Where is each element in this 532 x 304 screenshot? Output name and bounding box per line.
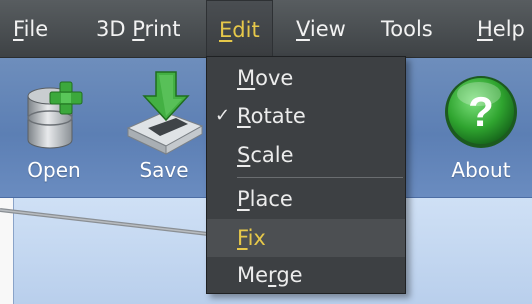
open-label: Open [27,158,81,182]
open-database-icon [27,81,83,149]
menu-edit[interactable]: Edit [206,0,273,58]
save-drive-icon [126,71,204,155]
checkmark-icon: ✓ [215,105,231,126]
menu-item-move[interactable]: Move [207,59,405,97]
menu-3d-print[interactable]: 3D Print [96,0,181,58]
edit-menu-dropdown: Move ✓ Rotate Scale Place Fix Merge [206,56,406,294]
menu-tools[interactable]: Tools [381,0,433,58]
menu-file[interactable]: File [13,0,48,58]
app-window: File 3D Print Edit View Tools Help Open … [0,0,532,304]
save-button[interactable]: Save [118,58,210,198]
help-question-icon: ? [445,76,517,148]
about-glyph: ? [468,88,494,135]
save-label: Save [139,158,189,182]
menu-item-merge[interactable]: Merge [207,256,405,294]
menu-separator [237,177,403,178]
about-label: About [451,158,511,182]
menu-item-fix[interactable]: Fix [207,219,405,257]
menu-item-scale[interactable]: Scale [207,136,405,174]
menu-help[interactable]: Help [477,0,525,58]
menu-item-place[interactable]: Place [207,180,405,218]
about-button[interactable]: ? About [436,58,526,198]
menu-view[interactable]: View [296,0,346,58]
open-button[interactable]: Open [12,58,96,198]
menu-item-rotate[interactable]: ✓ Rotate [207,97,405,135]
menu-bar: File 3D Print Edit View Tools Help [0,0,532,58]
workspace-frame [0,198,14,304]
